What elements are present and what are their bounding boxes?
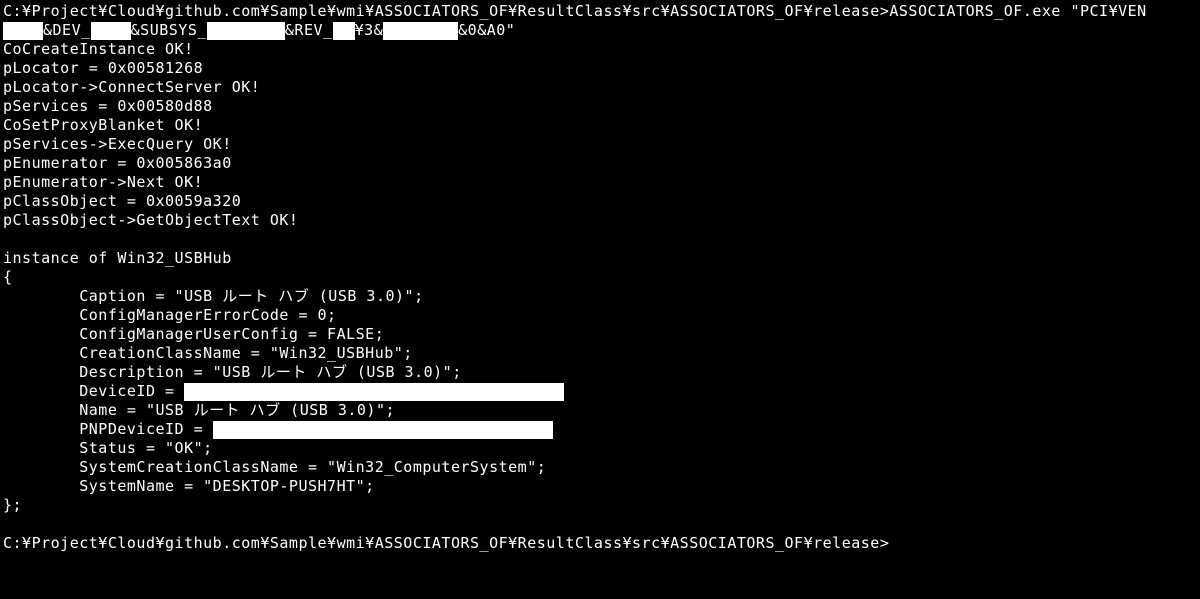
blank-line [3, 515, 1197, 534]
redacted-block [3, 22, 43, 40]
redacted-block [213, 421, 553, 439]
redacted-block [383, 22, 458, 40]
output-line: pEnumerator->Next OK! [3, 173, 1197, 192]
arg-frag: &REV_ [285, 21, 333, 39]
arg-frag: &DEV_ [43, 21, 91, 39]
output-line: pClassObject = 0x0059a320 [3, 192, 1197, 211]
blank-line [3, 230, 1197, 249]
prompt-line[interactable]: C:¥Project¥Cloud¥github.com¥Sample¥wmi¥A… [3, 534, 1197, 553]
cmd-line-1: C:¥Project¥Cloud¥github.com¥Sample¥wmi¥A… [3, 2, 1197, 21]
prop-status: Status = "OK"; [3, 439, 1197, 458]
prop-caption: Caption = "USB ルート ハブ (USB 3.0)"; [3, 287, 1197, 306]
prop-sccn: SystemCreationClassName = "Win32_Compute… [3, 458, 1197, 477]
redacted-block [184, 383, 564, 401]
cmd-line-2: &DEV_ &SUBSYS_ &REV_ ¥3& &0&A0" [3, 21, 1197, 40]
prompt-path: C:¥Project¥Cloud¥github.com¥Sample¥wmi¥A… [3, 534, 889, 552]
output-line: pEnumerator = 0x005863a0 [3, 154, 1197, 173]
prop-name: Name = "USB ルート ハブ (USB 3.0)"; [3, 401, 1197, 420]
redacted-block [91, 22, 131, 40]
prop-cfgusr: ConfigManagerUserConfig = FALSE; [3, 325, 1197, 344]
deviceid-label: DeviceID = [3, 382, 184, 400]
brace-close: }; [3, 496, 1197, 515]
output-line: pServices->ExecQuery OK! [3, 135, 1197, 154]
prop-sysname: SystemName = "DESKTOP-PUSH7HT"; [3, 477, 1197, 496]
output-line: pLocator = 0x00581268 [3, 59, 1197, 78]
arg-frag: ¥3& [355, 21, 384, 39]
prop-desc: Description = "USB ルート ハブ (USB 3.0)"; [3, 363, 1197, 382]
output-line: CoCreateInstance OK! [3, 40, 1197, 59]
brace-open: { [3, 268, 1197, 287]
output-line: pClassObject->GetObjectText OK! [3, 211, 1197, 230]
redacted-block [207, 22, 285, 40]
output-line: pServices = 0x00580d88 [3, 97, 1197, 116]
output-line: CoSetProxyBlanket OK! [3, 116, 1197, 135]
prompt-path: C:¥Project¥Cloud¥github.com¥Sample¥wmi¥A… [3, 2, 889, 20]
pnpdeviceid-label: PNPDeviceID = [3, 420, 213, 438]
prop-pnpdeviceid: PNPDeviceID = [3, 420, 1197, 439]
redacted-block [333, 22, 355, 40]
prop-ccname: CreationClassName = "Win32_USBHub"; [3, 344, 1197, 363]
arg-frag: &0&A0" [458, 21, 515, 39]
prop-cfgerr: ConfigManagerErrorCode = 0; [3, 306, 1197, 325]
prop-deviceid: DeviceID = [3, 382, 1197, 401]
output-line: pLocator->ConnectServer OK! [3, 78, 1197, 97]
exe-call: ASSOCIATORS_OF.exe "PCI¥VEN [889, 2, 1146, 20]
arg-frag: &SUBSYS_ [131, 21, 207, 39]
instance-header: instance of Win32_USBHub [3, 249, 1197, 268]
